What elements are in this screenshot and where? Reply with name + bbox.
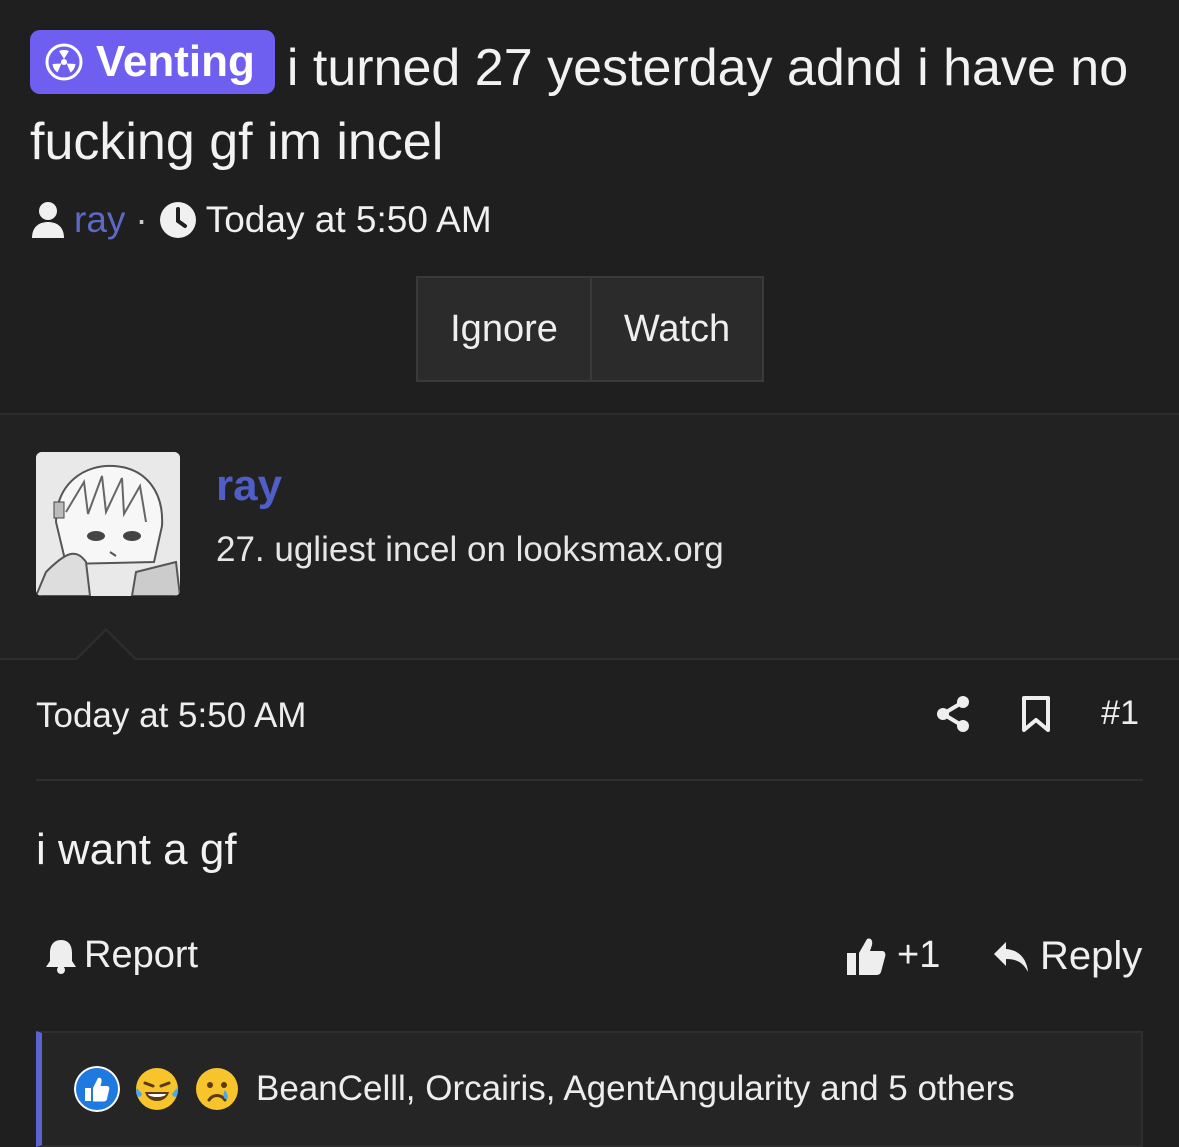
clock-icon [159, 202, 196, 238]
reactions-bar[interactable]: BeanCelll, Orcairis, AgentAngularity and… [36, 1031, 1143, 1147]
thread-author-link[interactable]: ray [74, 199, 125, 241]
laughing-reaction-icon [136, 1068, 178, 1110]
reply-button[interactable]: Reply [992, 934, 1142, 979]
thread-date: Today at 5:50 AM [205, 199, 492, 240]
divider [0, 658, 1179, 660]
reactions-names: BeanCelll, Orcairis, AgentAngularity and… [256, 1069, 1015, 1108]
user-icon [32, 202, 64, 238]
share-icon[interactable] [935, 695, 971, 733]
post-username[interactable]: ray [216, 461, 282, 511]
post-body: i want a gf [36, 825, 237, 874]
meta-separator: · [135, 199, 148, 240]
report-label: Report [84, 934, 199, 976]
post-date[interactable]: Today at 5:50 AM [36, 696, 306, 736]
bell-icon [46, 939, 76, 974]
thread-title: Venting i turned 27 yesterday adnd i have… [30, 30, 1150, 179]
bookmark-icon[interactable] [1021, 695, 1051, 733]
like-count: +1 [897, 934, 941, 976]
like-button[interactable]: +1 [845, 934, 940, 977]
report-button[interactable]: Report [44, 934, 198, 977]
reply-icon [994, 941, 1028, 972]
sad-reaction-icon [196, 1068, 238, 1110]
thumbs-up-icon [847, 937, 886, 975]
prefix-label: Venting [96, 37, 255, 86]
user-title: 27. ugliest incel on looksmax.org [216, 530, 724, 569]
avatar-image [36, 452, 180, 596]
thread-meta: ray · Today at 5:50 AM [30, 195, 492, 245]
divider [36, 779, 1143, 781]
radioactive-icon [45, 43, 83, 81]
post-actions: #1 [935, 694, 1139, 733]
thread-button-group: Ignore Watch [416, 276, 764, 382]
post-number[interactable]: #1 [1101, 694, 1139, 733]
prefix-badge[interactable]: Venting [30, 30, 275, 94]
reply-label: Reply [1040, 934, 1143, 978]
avatar[interactable] [36, 452, 180, 596]
watch-button[interactable]: Watch [590, 278, 762, 380]
user-arrow-notch-inner [76, 631, 136, 661]
like-reaction-icon [74, 1066, 120, 1112]
ignore-button[interactable]: Ignore [418, 278, 590, 380]
thread-header: Venting i turned 27 yesterday adnd i have… [0, 0, 1179, 413]
post-user-block: ray 27. ugliest incel on looksmax.org [0, 415, 1179, 658]
